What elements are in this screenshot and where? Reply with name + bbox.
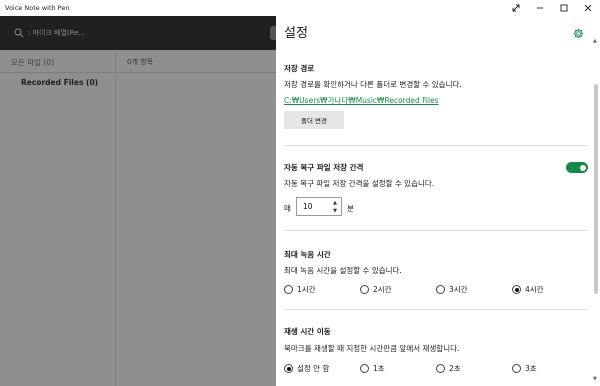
autosave-interval-stepper[interactable]: 10 ▲ ▼ <box>296 197 342 216</box>
seek-option-2s[interactable]: 2초 <box>436 363 461 374</box>
seek-desc: 북마크를 재생할 때 지정한 시간만큼 앞에서 재생합니다. <box>284 344 460 353</box>
maxrec-option-2[interactable]: 2시간 <box>360 284 392 295</box>
radio-circle[interactable] <box>284 285 293 294</box>
radio-label: 3초 <box>525 364 537 373</box>
search-input[interactable]: : 마이크 배열(Re... <box>28 28 85 38</box>
radio-label: 2초 <box>449 364 461 373</box>
radio-label: 1초 <box>373 364 385 373</box>
settings-panel: 설정 ▲ ▼ 저장 경로 저장 경로를 확인하거나 다른 폴더로 변경할 수 있… <box>276 16 600 386</box>
app-main-pane: : 마이크 배열(Re... 모든 파일 (0) Recorded Files … <box>0 16 276 386</box>
storage-path-link[interactable]: C:₩Users₩가나다₩Music₩Recorded Files <box>284 95 439 106</box>
chevron-down-icon[interactable]: ▼ <box>331 207 339 215</box>
maxrec-option-1[interactable]: 1시간 <box>284 284 316 295</box>
radio-circle[interactable] <box>360 364 369 373</box>
chevron-up-icon[interactable]: ▲ <box>331 199 339 207</box>
nav-divider <box>0 72 116 73</box>
minimize-icon <box>537 7 543 9</box>
radio-circle-selected[interactable] <box>284 364 293 373</box>
seek-option-none[interactable]: 설정 안 함 <box>284 363 329 374</box>
item-count: 0개 항목 <box>127 58 153 66</box>
seek-option-1s[interactable]: 1초 <box>360 363 385 374</box>
scroll-thumb[interactable] <box>594 84 598 294</box>
gear-icon[interactable] <box>573 28 584 39</box>
radio-label: 3시간 <box>449 285 468 294</box>
nav-item-all-files[interactable]: 모든 파일 (0) <box>11 57 54 68</box>
radio-circle[interactable] <box>436 364 445 373</box>
scroll-down-icon[interactable]: ▼ <box>593 376 597 382</box>
seek-option-3s[interactable]: 3초 <box>512 363 537 374</box>
search-bar[interactable]: : 마이크 배열(Re... <box>0 16 276 50</box>
seek-title: 재생 시간 이동 <box>284 327 331 336</box>
file-list: 0개 항목 <box>116 50 276 386</box>
window-title: Voice Note with Pen <box>5 4 70 12</box>
scroll-up-icon[interactable]: ▲ <box>593 38 597 44</box>
radio-circle[interactable] <box>436 285 445 294</box>
maxrec-option-3[interactable]: 3시간 <box>436 284 468 295</box>
settings-scrollbar[interactable]: ▲ ▼ <box>593 38 598 382</box>
maximize-button[interactable] <box>552 0 576 16</box>
maxrec-title: 최대 녹음 시간 <box>284 250 331 259</box>
stepper-arrows[interactable]: ▲ ▼ <box>331 199 339 215</box>
expand-icon <box>512 4 520 12</box>
maxrec-option-4[interactable]: 4시간 <box>512 284 544 295</box>
radio-circle[interactable] <box>360 285 369 294</box>
radio-label: 1시간 <box>297 285 316 294</box>
autosave-interval-value[interactable]: 10 <box>303 202 313 211</box>
close-icon <box>584 4 592 12</box>
list-divider <box>116 72 276 73</box>
radio-label: 2시간 <box>373 285 392 294</box>
title-bar: Voice Note with Pen <box>0 0 600 16</box>
maximize-icon <box>560 4 568 12</box>
autosave-toggle[interactable] <box>566 162 588 173</box>
folder-nav: 모든 파일 (0) Recorded Files (0) <box>0 50 116 386</box>
settings-title: 설정 <box>284 26 308 41</box>
search-icon <box>14 28 24 38</box>
minimize-button[interactable] <box>528 0 552 16</box>
autosave-prefix: 매 <box>284 204 291 213</box>
maxrec-desc: 최대 녹음 시간을 설정할 수 있습니다. <box>284 266 402 275</box>
expand-button[interactable] <box>504 0 528 16</box>
radio-label: 설정 안 함 <box>297 364 330 373</box>
close-button[interactable] <box>576 0 600 16</box>
nav-item-recorded-files[interactable]: Recorded Files (0) <box>21 78 98 87</box>
radio-circle[interactable] <box>512 364 521 373</box>
storage-title: 저장 경로 <box>284 64 315 73</box>
autosave-suffix: 분 <box>347 204 354 213</box>
toggle-knob <box>580 164 586 171</box>
radio-circle-selected[interactable] <box>512 285 521 294</box>
autosave-title: 자동 복구 파일 저장 간격 <box>284 163 364 172</box>
section-divider <box>284 145 588 146</box>
autosave-desc: 자동 복구 파일 저장 간격을 설정할 수 있습니다. <box>284 179 435 188</box>
section-divider <box>284 230 588 231</box>
storage-desc: 저장 경로를 확인하거나 다른 폴더로 변경할 수 있습니다. <box>284 80 462 89</box>
radio-label: 4시간 <box>525 285 544 294</box>
change-folder-button[interactable]: 폴더 변경 <box>284 111 344 129</box>
section-divider <box>284 309 588 310</box>
